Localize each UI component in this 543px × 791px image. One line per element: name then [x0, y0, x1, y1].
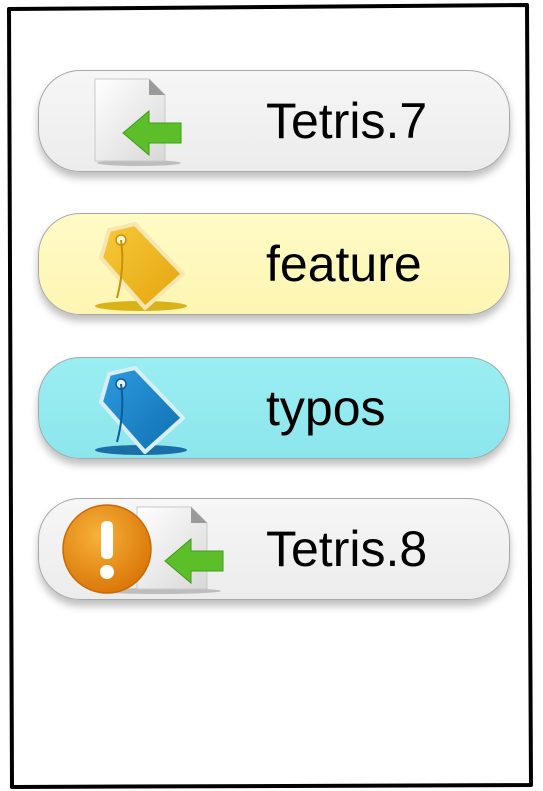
tag-yellow-icon — [95, 222, 187, 311]
list-item-typos[interactable]: typos — [38, 357, 510, 459]
list-item-tetris-7[interactable]: Tetris.7 — [38, 70, 510, 172]
item-label: typos — [266, 380, 386, 436]
item-label: Tetris.8 — [266, 521, 428, 577]
list-item-tetris-8[interactable]: Tetris.8 — [38, 498, 510, 600]
list-item-feature[interactable]: feature — [38, 213, 510, 315]
item-label: feature — [266, 236, 422, 292]
item-label: Tetris.7 — [266, 93, 428, 149]
tag-blue-icon — [95, 366, 187, 455]
file-import-warning-icon — [62, 504, 224, 594]
file-import-icon — [94, 78, 182, 166]
